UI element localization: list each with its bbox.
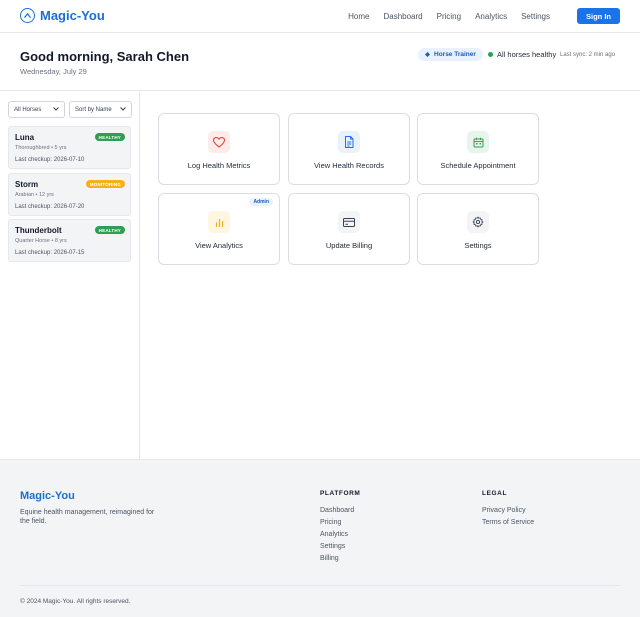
action-card-schedule-appointment[interactable]: Schedule Appointment [417, 113, 539, 185]
horse-sidebar: All Horses Sort by Name Luna HEALTHY Tho… [0, 91, 140, 459]
status-badge: HEALTHY [94, 226, 125, 234]
action-card-update-billing[interactable]: Update Billing [288, 193, 410, 265]
horse-filter-value: All Horses [14, 106, 42, 113]
action-label: Schedule Appointment [440, 161, 516, 170]
calendar-icon [467, 131, 489, 153]
admin-badge: Admin [249, 198, 273, 206]
greeting-title: Good morning, Sarah Chen [20, 49, 190, 64]
gear-icon [467, 211, 489, 233]
role-badge: Horse Trainer [418, 48, 483, 61]
horse-name: Storm [15, 180, 39, 189]
copyright: © 2024 Magic-You. All rights reserved. [20, 598, 131, 605]
horse-name: Luna [15, 133, 35, 142]
footer-link-dashboard[interactable]: Dashboard [320, 507, 360, 515]
footer-link-billing[interactable]: Billing [320, 555, 360, 563]
footer-divider [20, 585, 620, 586]
footer-link-pricing[interactable]: Pricing [320, 519, 360, 527]
nav-link-pricing[interactable]: Pricing [437, 12, 461, 21]
sign-in-button[interactable]: Sign In [577, 8, 620, 24]
action-label: Log Health Metrics [187, 161, 251, 170]
page-header: Good morning, Sarah Chen Wednesday, July… [0, 33, 640, 91]
footer-legal-column: LEGAL Privacy Policy Terms of Service [482, 490, 534, 531]
sidebar-filters: All Horses Sort by Name [8, 101, 132, 118]
nav-link-dashboard[interactable]: Dashboard [383, 12, 422, 21]
footer-column-title: LEGAL [482, 490, 508, 497]
nav-links: Home Dashboard Pricing Analytics Setting… [348, 12, 550, 21]
sort-select[interactable]: Sort by Name [69, 101, 132, 118]
action-label: View Analytics [195, 241, 243, 250]
top-nav: Magic-You Home Dashboard Pricing Analyti… [0, 0, 640, 33]
footer: Magic-You Equine health management, reim… [0, 459, 640, 617]
action-label: Settings [464, 241, 492, 250]
herd-status-label: All horses healthy [497, 50, 557, 59]
footer-brand[interactable]: Magic-You [20, 490, 75, 502]
logo-icon [20, 8, 35, 23]
footer-link-analytics[interactable]: Analytics [320, 531, 360, 539]
horse-name: Thunderbolt [15, 226, 62, 235]
horse-card-storm[interactable]: Storm MONITORING Arabian • 12 yrs Last c… [8, 173, 131, 216]
nav-link-home[interactable]: Home [348, 12, 369, 21]
action-label: View Health Records [314, 161, 384, 170]
action-card-settings[interactable]: Settings [417, 193, 539, 265]
status-dot-icon [488, 52, 493, 57]
last-sync: Last sync: 2 min ago [560, 52, 616, 58]
nav-link-analytics[interactable]: Analytics [475, 12, 507, 21]
action-card-view-analytics[interactable]: Admin View Analytics [158, 193, 280, 265]
diamond-icon [425, 52, 430, 57]
action-card-log-health-metrics[interactable]: Log Health Metrics [158, 113, 280, 185]
horse-card-thunderbolt[interactable]: Thunderbolt HEALTHY Quarter Horse • 8 yr… [8, 219, 131, 262]
horse-card-luna[interactable]: Luna HEALTHY Thoroughbred • 5 yrs Last c… [8, 126, 131, 169]
current-date: Wednesday, July 29 [20, 67, 87, 76]
horse-last-checkup: Last checkup: 2026-07-10 [15, 157, 85, 163]
horse-last-checkup: Last checkup: 2026-07-20 [15, 204, 85, 210]
role-badge-label: Horse Trainer [434, 51, 476, 58]
footer-column-title: PLATFORM [320, 490, 361, 497]
horse-breed: Arabian • 12 yrs [15, 192, 54, 198]
footer-tagline: Equine health management, reimagined for… [20, 509, 155, 525]
chevron-down-icon [120, 106, 126, 113]
status-badge: MONITORING [85, 180, 125, 188]
action-label: Update Billing [325, 241, 373, 250]
document-icon [338, 131, 360, 153]
status-badge: HEALTHY [94, 133, 125, 141]
footer-platform-column: PLATFORM Dashboard Pricing Analytics Set… [320, 490, 360, 567]
herd-status: All horses healthy [488, 50, 556, 59]
logo[interactable]: Magic-You [20, 8, 105, 23]
horse-last-checkup: Last checkup: 2026-07-15 [15, 250, 85, 256]
action-card-view-health-records[interactable]: View Health Records [288, 113, 410, 185]
bar-chart-icon [208, 211, 230, 233]
brand-name: Magic-You [40, 8, 105, 23]
chevron-down-icon [53, 106, 59, 113]
horse-breed: Quarter Horse • 8 yrs [15, 238, 67, 244]
nav-link-settings[interactable]: Settings [521, 12, 550, 21]
heart-icon [208, 131, 230, 153]
sort-value: Sort by Name [75, 106, 112, 113]
credit-card-icon [338, 211, 360, 233]
horse-filter-select[interactable]: All Horses [8, 101, 65, 118]
footer-link-terms[interactable]: Terms of Service [482, 519, 534, 527]
footer-link-settings[interactable]: Settings [320, 543, 360, 551]
footer-link-privacy[interactable]: Privacy Policy [482, 507, 534, 515]
horse-breed: Thoroughbred • 5 yrs [15, 145, 67, 151]
